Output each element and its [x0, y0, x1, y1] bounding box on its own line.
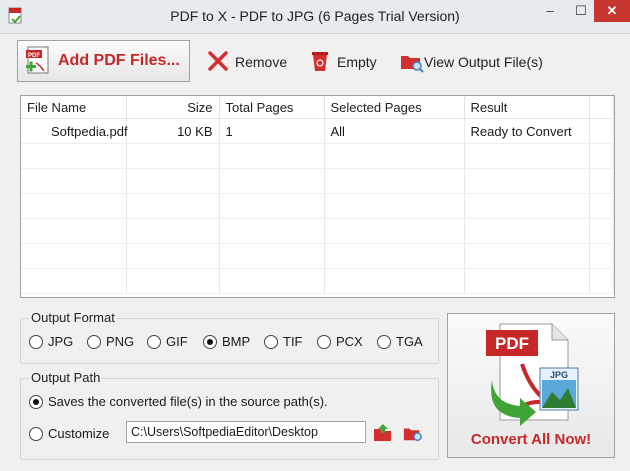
cell-total-pages: 1	[219, 118, 325, 144]
output-format-group: Output Format JPG PNG GIF BMP TIF PCX TG…	[20, 310, 439, 364]
folder-search-icon	[401, 56, 424, 73]
convert-all-now-button[interactable]: PDF JPG Convert All Now!	[447, 313, 615, 458]
cell-result: Ready to Convert	[464, 118, 590, 144]
table-row-empty	[21, 268, 614, 294]
table-row[interactable]: Softpedia.pdf 10 KB 1 All Ready to Conve…	[21, 118, 614, 144]
output-path-label: Output Path	[29, 370, 103, 385]
custom-path-input[interactable]: C:\Users\SoftpediaEditor\Desktop	[126, 421, 366, 443]
column-header-total-pages[interactable]: Total Pages	[219, 96, 325, 119]
column-header-result[interactable]: Result	[464, 96, 590, 119]
jpg-badge-text: JPG	[550, 370, 568, 380]
svg-text:PDF: PDF	[28, 53, 40, 59]
view-output-files-button[interactable]: View Output File(s)	[398, 46, 548, 76]
format-label-pcx: PCX	[336, 334, 363, 349]
column-header-file-name[interactable]: File Name	[21, 96, 127, 119]
recycle-bin-icon	[312, 52, 328, 71]
file-list[interactable]: File Name Size Total Pages Selected Page…	[20, 95, 615, 298]
format-label-tif: TIF	[283, 334, 303, 349]
empty-label: Empty	[337, 54, 377, 70]
title-bar: PDF to X - PDF to JPG (6 Pages Trial Ver…	[0, 0, 630, 34]
table-header-row: File Name Size Total Pages Selected Page…	[21, 96, 614, 119]
pdf-to-jpg-icon: PDF JPG	[486, 323, 579, 426]
table-row-empty	[21, 143, 614, 169]
cell-filler	[589, 118, 614, 144]
close-button[interactable]: ✕	[594, 0, 630, 22]
table-row-empty	[21, 218, 614, 244]
format-label-png: PNG	[106, 334, 135, 349]
radio-bmp[interactable]	[203, 335, 217, 349]
radio-source-path[interactable]	[29, 395, 43, 409]
add-pdf-files-label: Add PDF Files...	[58, 52, 180, 69]
browse-folder-icon[interactable]	[373, 423, 393, 443]
cell-file-name: Softpedia.pdf	[21, 118, 128, 144]
radio-gif[interactable]	[147, 335, 161, 349]
source-path-label: Saves the converted file(s) in the sourc…	[48, 394, 328, 409]
radio-png[interactable]	[87, 335, 101, 349]
view-output-files-label: View Output File(s)	[424, 54, 543, 70]
remove-x-icon	[208, 51, 228, 71]
output-format-label: Output Format	[29, 310, 117, 325]
table-row-empty	[21, 168, 614, 194]
empty-button[interactable]: Empty	[308, 46, 388, 76]
column-header-size[interactable]: Size	[126, 96, 220, 119]
table-row-empty	[21, 243, 614, 269]
column-header-selected-pages[interactable]: Selected Pages	[324, 96, 465, 119]
table-row-empty	[21, 193, 614, 219]
add-pdf-icon: PDF	[26, 46, 49, 74]
output-path-group: Output Path Saves the converted file(s) …	[20, 370, 439, 460]
convert-all-now-label: Convert All Now!	[470, 431, 592, 448]
radio-tif[interactable]	[264, 335, 278, 349]
minimize-button[interactable]: –	[535, 0, 565, 22]
radio-customize[interactable]	[29, 427, 43, 441]
radio-pcx[interactable]	[317, 335, 331, 349]
pdf-badge-text: PDF	[495, 334, 529, 353]
format-label-gif: GIF	[166, 334, 188, 349]
cell-size: 10 KB	[126, 118, 220, 144]
format-label-bmp: BMP	[222, 334, 251, 349]
toolbar: PDF Add PDF Files... Remove Empty View O…	[0, 34, 630, 90]
add-pdf-files-button[interactable]: PDF Add PDF Files...	[17, 40, 190, 82]
format-label-jpg: JPG	[48, 334, 74, 349]
remove-button[interactable]: Remove	[205, 46, 295, 76]
maximize-button[interactable]: ☐	[566, 0, 596, 22]
format-label-tga: TGA	[396, 334, 423, 349]
open-folder-icon[interactable]	[403, 423, 423, 443]
radio-jpg[interactable]	[29, 335, 43, 349]
cell-selected-pages: All	[324, 118, 465, 144]
remove-label: Remove	[235, 54, 288, 70]
column-header-filler	[589, 96, 614, 119]
radio-tga[interactable]	[377, 335, 391, 349]
customize-label: Customize	[48, 426, 110, 441]
